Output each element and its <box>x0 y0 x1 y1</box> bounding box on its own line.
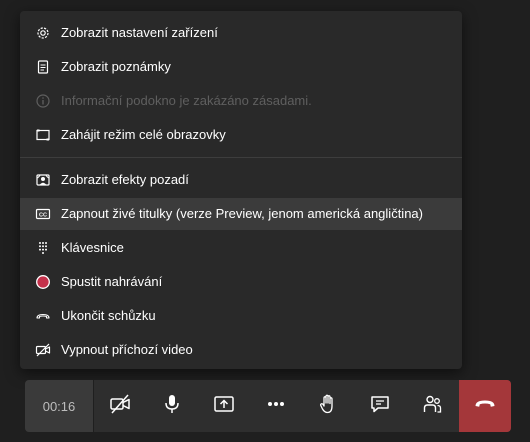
call-timer: 00:16 <box>25 380 93 432</box>
menu-item-keypad[interactable]: Klávesnice <box>20 232 462 264</box>
menu-item-label: Zobrazit poznámky <box>61 59 171 74</box>
camera-toggle-button[interactable] <box>94 380 146 432</box>
gear-icon <box>34 24 52 42</box>
record-icon <box>34 273 52 291</box>
participants-button[interactable] <box>406 380 458 432</box>
menu-separator <box>20 157 462 158</box>
end-meeting-icon <box>34 307 52 325</box>
more-actions-button[interactable] <box>250 380 302 432</box>
meeting-toolbar: 00:16 <box>25 380 511 432</box>
menu-item-show-notes[interactable]: Zobrazit poznámky <box>20 51 462 83</box>
menu-item-device-settings[interactable]: Zobrazit nastavení zařízení <box>20 17 462 49</box>
camera-off-icon <box>109 393 131 420</box>
microphone-button[interactable] <box>146 380 198 432</box>
svg-text:CC: CC <box>39 213 47 219</box>
menu-item-info-pane-disabled: Informační podokno je zakázáno zásadami. <box>20 85 462 117</box>
menu-item-label: Vypnout příchozí video <box>61 342 193 357</box>
fullscreen-icon <box>34 126 52 144</box>
menu-item-end-meeting[interactable]: Ukončit schůzku <box>20 300 462 332</box>
notes-icon <box>34 58 52 76</box>
participants-icon <box>421 393 443 420</box>
microphone-icon <box>161 393 183 420</box>
chat-icon <box>369 393 391 420</box>
more-actions-icon <box>265 393 287 420</box>
menu-item-start-recording[interactable]: Spustit nahrávání <box>20 266 462 298</box>
menu-item-label: Zahájit režim celé obrazovky <box>61 127 226 142</box>
keypad-icon <box>34 239 52 257</box>
menu-item-label: Zobrazit efekty pozadí <box>61 172 189 187</box>
hang-up-icon <box>473 392 497 421</box>
menu-item-label: Klávesnice <box>61 240 124 255</box>
background-effects-icon <box>34 171 52 189</box>
menu-item-label: Informační podokno je zakázáno zásadami. <box>61 93 312 108</box>
raise-hand-button[interactable] <box>302 380 354 432</box>
menu-item-live-captions[interactable]: CC Zapnout živé titulky (verze Preview, … <box>20 198 462 230</box>
menu-item-label: Zapnout živé titulky (verze Preview, jen… <box>61 206 423 221</box>
incoming-video-off-icon <box>34 341 52 359</box>
menu-item-label: Spustit nahrávání <box>61 274 163 289</box>
menu-item-label: Zobrazit nastavení zařízení <box>61 25 218 40</box>
menu-item-incoming-video-off[interactable]: Vypnout příchozí video <box>20 334 462 366</box>
menu-item-label: Ukončit schůzku <box>61 308 156 323</box>
hang-up-button[interactable] <box>459 380 511 432</box>
share-screen-icon <box>213 393 235 420</box>
closed-captions-icon: CC <box>34 205 52 223</box>
info-icon <box>34 92 52 110</box>
raise-hand-icon <box>317 393 339 420</box>
menu-item-fullscreen[interactable]: Zahájit režim celé obrazovky <box>20 119 462 151</box>
menu-item-background-effects[interactable]: Zobrazit efekty pozadí <box>20 164 462 196</box>
share-screen-button[interactable] <box>198 380 250 432</box>
chat-button[interactable] <box>354 380 406 432</box>
more-actions-menu: Zobrazit nastavení zařízení Zobrazit poz… <box>20 11 462 369</box>
